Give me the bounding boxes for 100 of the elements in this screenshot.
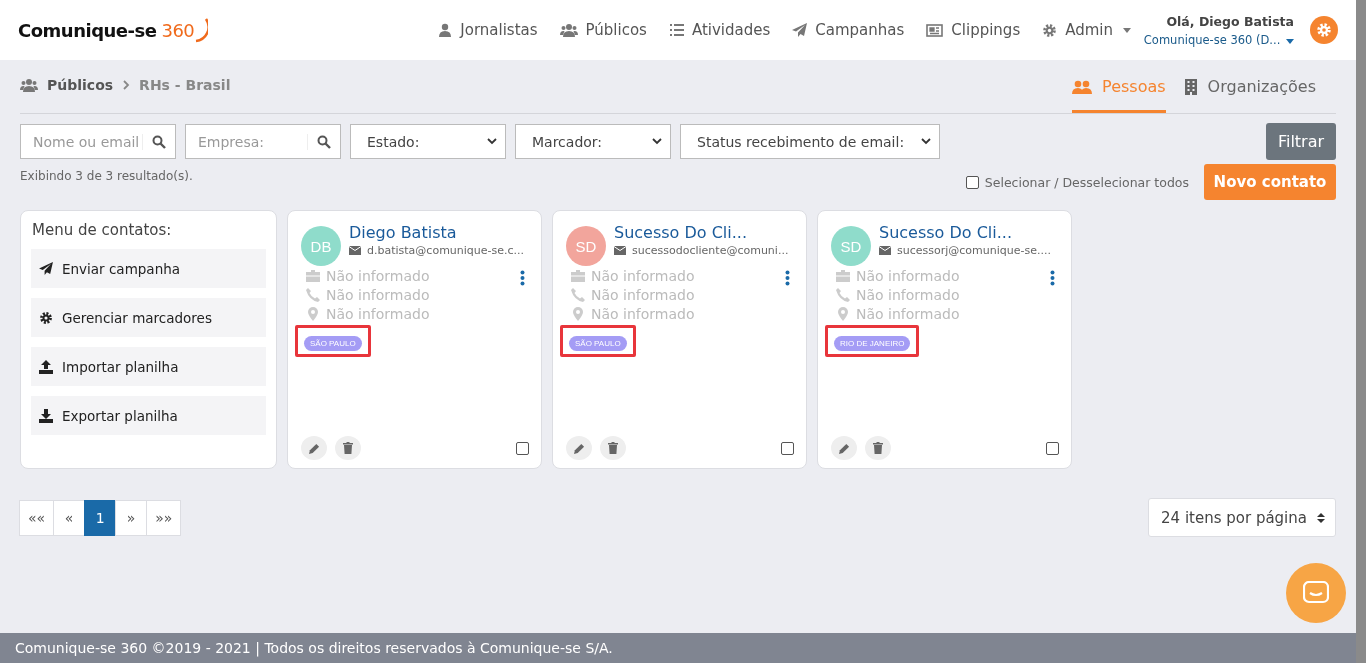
contact-email: sucessodocliente@comuni... bbox=[632, 244, 789, 257]
delete-button[interactable] bbox=[865, 436, 891, 460]
filter-dropdown[interactable]: Estado: bbox=[350, 124, 506, 159]
sort-icon bbox=[1317, 511, 1325, 524]
person-icon bbox=[438, 23, 453, 37]
copyright-text: Comunique-se 360 ©2019 - 2021 | Todos os direitos reservados à Comunique-se S/A. bbox=[15, 640, 613, 656]
pagination-button[interactable]: 1 bbox=[84, 499, 117, 536]
company-text: Não informado bbox=[591, 267, 695, 284]
avatar: DB bbox=[301, 226, 341, 266]
select-all-label: Selecionar / Desselecionar todos bbox=[984, 174, 1189, 190]
trash-icon bbox=[343, 442, 353, 454]
upload-icon bbox=[39, 359, 53, 374]
edit-button[interactable] bbox=[566, 436, 592, 460]
breadcrumb-link[interactable]: Públicos bbox=[47, 77, 114, 93]
phone-text: Não informado bbox=[856, 286, 960, 303]
list-icon bbox=[668, 23, 684, 37]
search-field[interactable]: Nome ou email bbox=[20, 124, 176, 159]
account-selector[interactable]: Comunique-se 360 (D... bbox=[1143, 32, 1294, 47]
checkbox[interactable] bbox=[516, 441, 529, 455]
phone-icon bbox=[836, 287, 850, 302]
chevron-down-icon bbox=[652, 138, 662, 145]
chevron-down-icon bbox=[487, 138, 497, 145]
per-page-dropdown[interactable]: 24 itens por página bbox=[1148, 498, 1336, 537]
nav-link[interactable]: Atividades bbox=[668, 21, 771, 39]
edit-button[interactable] bbox=[831, 436, 857, 460]
envelope-icon bbox=[614, 246, 626, 255]
paper-plane-icon bbox=[792, 23, 808, 37]
nav-link[interactable]: Jornalistas bbox=[438, 21, 538, 39]
filter-dropdown[interactable]: Marcador: bbox=[515, 124, 671, 159]
menu-item[interactable]: Gerenciar marcadores bbox=[31, 298, 266, 337]
pencil-icon bbox=[573, 442, 585, 454]
pagination-button[interactable]: «« bbox=[19, 499, 55, 536]
edit-button[interactable] bbox=[301, 436, 327, 460]
pencil-icon bbox=[308, 442, 320, 454]
pencil-icon bbox=[838, 442, 850, 454]
gear-icon bbox=[39, 310, 53, 325]
building-icon bbox=[1183, 78, 1198, 95]
delete-button[interactable] bbox=[600, 436, 626, 460]
paper-plane-icon bbox=[39, 262, 53, 275]
nav-link[interactable]: Públicos bbox=[559, 21, 647, 39]
more-options-icon[interactable] bbox=[785, 270, 790, 286]
company-text: Não informado bbox=[856, 267, 960, 284]
pagination-button[interactable]: »» bbox=[146, 499, 182, 536]
download-icon bbox=[39, 408, 53, 423]
contact-email: sucessorj@comunique-se.... bbox=[897, 244, 1051, 257]
menu-item[interactable]: Enviar campanha bbox=[31, 249, 266, 288]
contact-name[interactable]: Diego Batista bbox=[349, 223, 525, 242]
search-icon bbox=[152, 134, 166, 149]
more-options-icon[interactable] bbox=[520, 270, 525, 286]
chat-icon bbox=[1303, 581, 1329, 605]
pagination-button[interactable]: « bbox=[53, 499, 86, 536]
filter-button[interactable]: Filtrar bbox=[1266, 123, 1336, 160]
phone-text: Não informado bbox=[591, 286, 695, 303]
location-text: Não informado bbox=[591, 305, 695, 322]
settings-button[interactable] bbox=[1310, 16, 1338, 44]
filter-dropdown[interactable]: Status recebimento de email: bbox=[680, 124, 940, 159]
results-count: Exibindo 3 de 3 resultado(s). bbox=[20, 169, 193, 183]
more-options-icon[interactable] bbox=[1050, 270, 1055, 286]
phone-icon bbox=[571, 287, 585, 302]
checkbox[interactable] bbox=[965, 175, 979, 189]
briefcase-icon bbox=[836, 269, 850, 282]
map-pin-icon bbox=[571, 306, 585, 321]
nav-link[interactable]: Campanhas bbox=[792, 21, 905, 39]
location-text: Não informado bbox=[856, 305, 960, 322]
briefcase-icon bbox=[571, 269, 585, 282]
newspaper-icon bbox=[926, 23, 944, 37]
nav-link[interactable]: Admin bbox=[1042, 21, 1131, 39]
delete-button[interactable] bbox=[335, 436, 361, 460]
gear-icon bbox=[1316, 22, 1332, 38]
user-greeting: Olá, Diego Batista bbox=[1166, 13, 1294, 29]
search-icon bbox=[317, 134, 331, 149]
menu-title: Menu de contatos: bbox=[32, 221, 173, 239]
pagination-button[interactable]: » bbox=[115, 499, 148, 536]
phone-text: Não informado bbox=[326, 286, 430, 303]
avatar: SD bbox=[831, 226, 871, 266]
chevron-down-icon bbox=[921, 138, 931, 145]
location-text: Não informado bbox=[326, 305, 430, 322]
trash-icon bbox=[873, 442, 883, 454]
search-field[interactable]: Empresa: bbox=[185, 124, 341, 159]
checkbox[interactable] bbox=[1046, 441, 1059, 455]
users-icon bbox=[20, 78, 38, 92]
chevron-right-icon bbox=[122, 80, 131, 90]
nav-link[interactable]: Clippings bbox=[926, 21, 1021, 39]
map-pin-icon bbox=[836, 306, 850, 321]
envelope-icon bbox=[879, 246, 891, 255]
users-icon bbox=[1072, 79, 1093, 94]
logo[interactable]: Comunique-se 360 bbox=[18, 15, 209, 45]
company-text: Não informado bbox=[326, 267, 430, 284]
contact-name[interactable]: Sucesso Do Cli... bbox=[614, 223, 789, 242]
menu-item[interactable]: Importar planilha bbox=[31, 347, 266, 386]
contact-email: d.batista@comunique-se.c... bbox=[367, 244, 525, 257]
gear-icon bbox=[1042, 22, 1058, 38]
contact-name[interactable]: Sucesso Do Cli... bbox=[879, 223, 1051, 242]
users-icon bbox=[559, 23, 578, 37]
phone-icon bbox=[306, 287, 320, 302]
map-pin-icon bbox=[306, 306, 320, 321]
menu-item[interactable]: Exportar planilha bbox=[31, 396, 266, 435]
checkbox[interactable] bbox=[781, 441, 794, 455]
trash-icon bbox=[608, 442, 618, 454]
view-tab[interactable]: Organizações bbox=[1183, 69, 1316, 113]
